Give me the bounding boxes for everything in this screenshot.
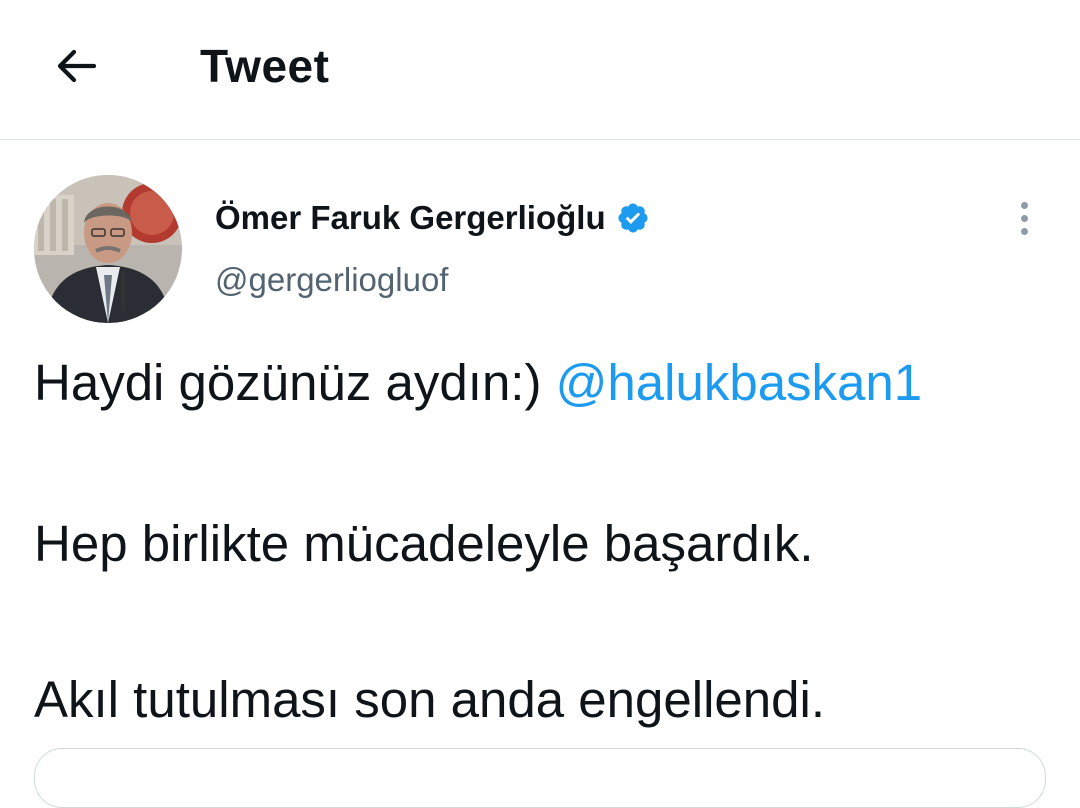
tweet-text-line-1: Haydi gözünüz aydın:) @halukbaskan1 — [34, 353, 922, 413]
more-vertical-icon-dot — [1020, 227, 1028, 235]
author-name-text: Ömer Faruk Gergerlioğlu — [215, 199, 606, 236]
more-vertical-icon-dot — [1020, 214, 1028, 222]
avatar[interactable] — [34, 175, 182, 323]
tweet-text: Haydi gözünüz aydın:) — [34, 354, 542, 411]
tweet-text-line-2: Hep birlikte mücadeleyle başardık. — [34, 515, 814, 572]
back-button[interactable] — [40, 30, 112, 102]
author-name[interactable]: Ömer Faruk Gergerlioğlu — [215, 196, 650, 240]
quoted-card[interactable] — [34, 748, 1046, 808]
tweet-text-line-3: Akıl tutulması son anda engellendi. — [34, 671, 825, 728]
more-vertical-icon — [1020, 201, 1028, 209]
arrow-left-icon — [57, 49, 97, 83]
more-options-button[interactable] — [1004, 196, 1044, 240]
avatar-photo — [34, 175, 182, 323]
verified-badge-icon — [618, 203, 648, 233]
page-title: Tweet — [200, 40, 330, 92]
mention-link[interactable]: @halukbaskan1 — [556, 354, 923, 411]
top-app-bar: Tweet — [0, 0, 1080, 140]
author-handle[interactable]: @gergerliogluof — [215, 258, 448, 302]
